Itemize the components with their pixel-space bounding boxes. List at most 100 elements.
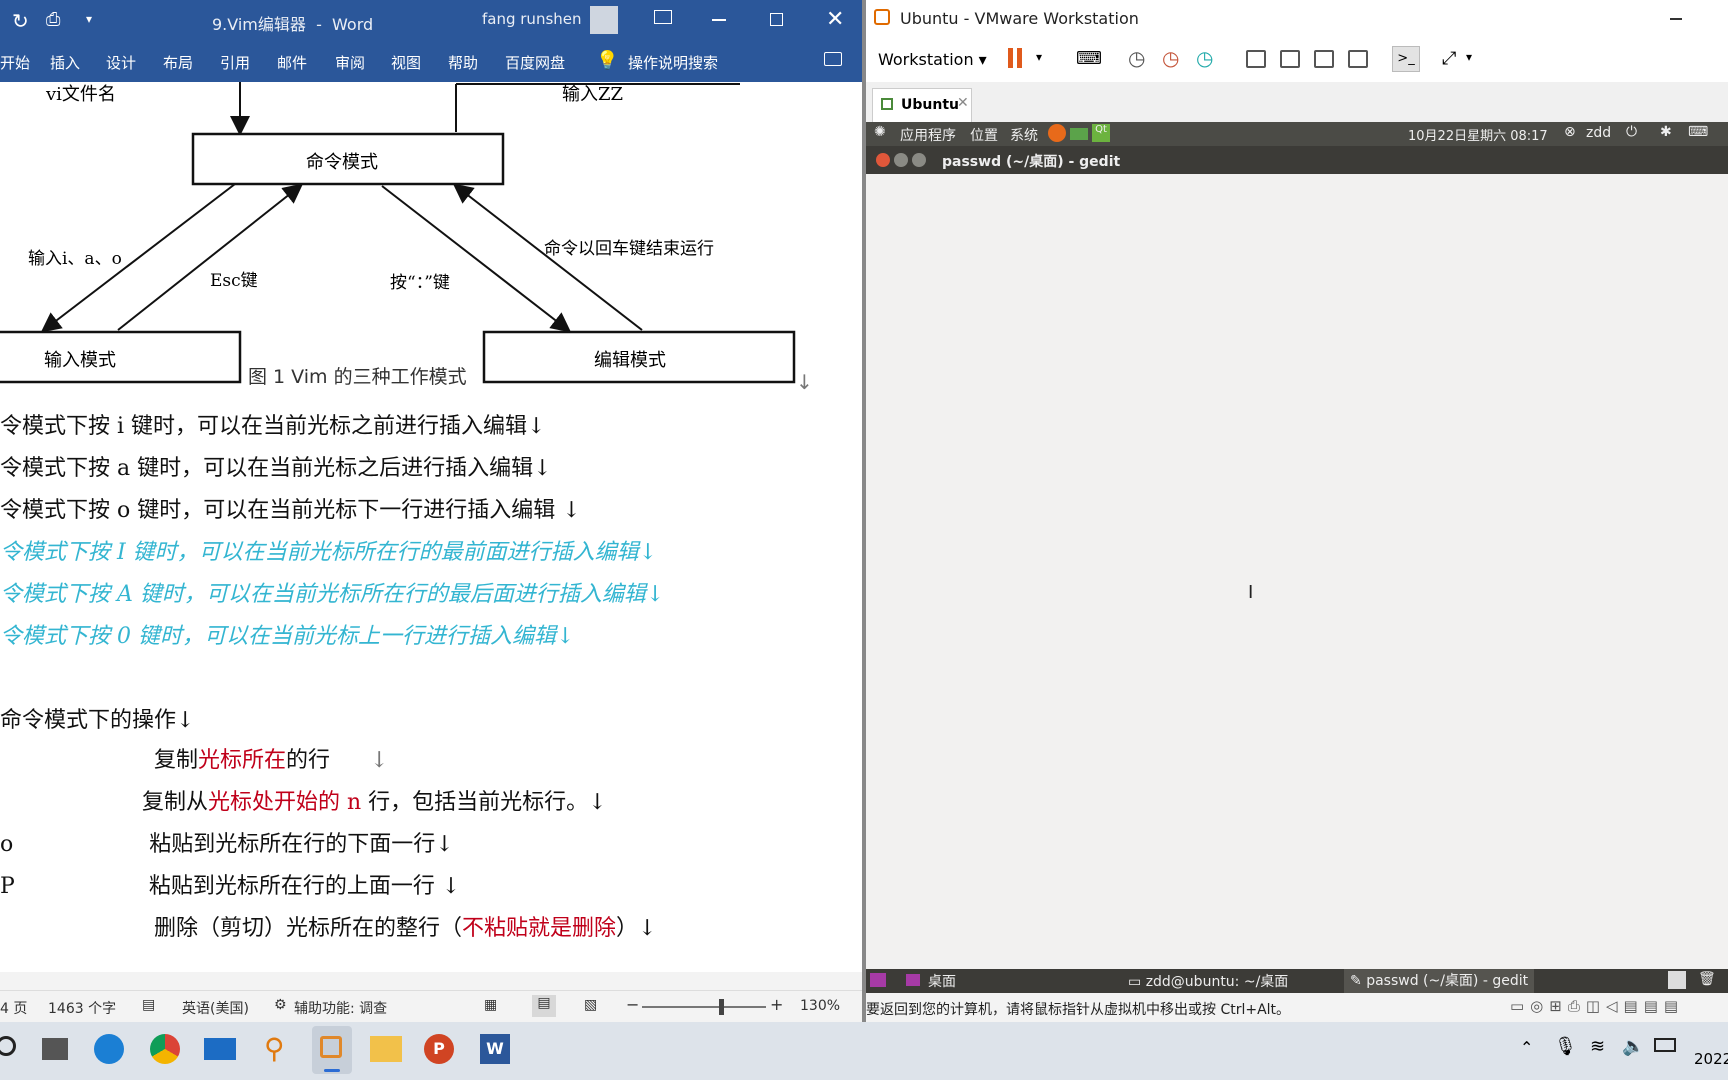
vmware-minimize-icon[interactable] <box>1670 18 1682 20</box>
ribbon-display-icon[interactable] <box>654 10 672 24</box>
page-count[interactable]: 4 页 <box>0 998 27 1018</box>
horizontal-scroll-area[interactable] <box>0 972 862 990</box>
tab-layout[interactable]: 布局 <box>163 52 193 73</box>
document-canvas[interactable]: vi文件名 输入ZZ 命令模式 输入模式 编辑模式 输入i、a、o Esc键 按… <box>0 82 862 972</box>
accessibility-icon[interactable]: ⚙ <box>274 997 287 1013</box>
battery-icon[interactable] <box>1654 1038 1676 1052</box>
print-layout-icon[interactable]: ▤ <box>532 995 556 1017</box>
snapshot-icon[interactable]: ◷ <box>1128 46 1145 70</box>
edge-icon[interactable] <box>94 1034 124 1064</box>
send-ctrl-alt-del-icon[interactable]: ⌨ <box>1076 48 1102 69</box>
mail-app-icon[interactable] <box>204 1038 236 1060</box>
tab-ubuntu[interactable]: Ubuntu ✕ <box>872 88 972 122</box>
file-explorer-icon[interactable] <box>370 1036 402 1062</box>
menu-places[interactable]: 位置 <box>970 125 998 145</box>
panel-user[interactable]: zdd <box>1586 125 1611 141</box>
qt-icon[interactable]: Qt <box>1092 124 1110 142</box>
full-screen-icon[interactable] <box>1314 50 1334 72</box>
proofing-icon[interactable]: ▤ <box>142 997 155 1013</box>
stretch-dropdown-icon[interactable]: ▾ <box>1466 50 1472 64</box>
document-title: 9.Vim编辑器 <box>212 15 306 34</box>
revert-snapshot-icon[interactable]: ◷ <box>1162 46 1179 70</box>
customize-toolbar-icon[interactable]: ▾ <box>86 12 92 26</box>
word-taskbar-icon[interactable]: W <box>480 1034 510 1064</box>
clock-year[interactable]: 2022 <box>1694 1050 1728 1068</box>
unity-icon[interactable] <box>1348 50 1368 72</box>
search-tool-icon[interactable]: ⚲ <box>264 1032 285 1065</box>
taskitem-terminal[interactable]: ▭ zdd@ubuntu: ~/桌面 <box>1128 971 1288 991</box>
gedit-close-button[interactable] <box>876 153 890 167</box>
panel-datetime[interactable]: 10月22日星期六 08:17 <box>1408 125 1548 144</box>
tell-me-search[interactable]: 操作说明搜索 <box>628 52 718 73</box>
tab-baidu-netdisk[interactable]: 百度网盘 <box>505 52 565 73</box>
read-mode-icon[interactable]: ▦ <box>484 997 497 1013</box>
tab-mailings[interactable]: 邮件 <box>277 52 307 73</box>
menu-applications[interactable]: 应用程序 <box>900 125 956 145</box>
keyboard-icon[interactable]: ⌨ <box>1688 124 1708 140</box>
ubuntu-logo-icon[interactable]: ✺ <box>874 124 886 140</box>
close-icon[interactable]: ✕ <box>826 7 844 32</box>
workstation-menu[interactable]: Workstation ▾ <box>878 50 987 69</box>
tab-references[interactable]: 引用 <box>220 52 250 73</box>
line-a-key: 令模式下按 a 键时，可以在当前光标之后进行插入编辑↓ <box>0 456 552 481</box>
search-icon[interactable] <box>0 1036 16 1056</box>
word-count[interactable]: 1463 个字 <box>48 998 116 1018</box>
console-view-icon[interactable]: >_ <box>1392 46 1420 72</box>
autosave-icon[interactable]: ↻ <box>12 9 29 33</box>
trash-icon[interactable]: 🗑 <box>1698 971 1716 987</box>
show-desktop-icon[interactable] <box>870 973 886 987</box>
avatar[interactable] <box>590 6 618 34</box>
tab-design[interactable]: 设计 <box>106 52 136 73</box>
language[interactable]: 英语(美国) <box>182 998 249 1018</box>
zoom-in-button[interactable]: + <box>770 995 783 1014</box>
mail-icon[interactable] <box>1070 128 1088 140</box>
show-library-icon[interactable] <box>1246 50 1266 72</box>
web-layout-icon[interactable]: ▧ <box>584 997 597 1013</box>
device-icons[interactable]: ▭◎⊞⎙◫◁▤▤▤ <box>1510 997 1684 1015</box>
zoom-slider-thumb[interactable] <box>718 999 724 1015</box>
taskitem-desktop[interactable]: 桌面 <box>906 971 956 991</box>
firefox-icon[interactable] <box>1048 124 1066 142</box>
print-preview-icon[interactable]: ⎙ <box>46 9 60 30</box>
vmware-taskbar-icon[interactable] <box>312 1026 352 1074</box>
accessibility-status[interactable]: 辅助功能: 调查 <box>294 998 387 1018</box>
zoom-level[interactable]: 130% <box>800 998 840 1014</box>
user-status-icon[interactable]: ⊗ <box>1564 124 1576 140</box>
comments-icon[interactable] <box>824 52 842 66</box>
power-icon[interactable]: ⏻ <box>1626 124 1637 140</box>
task-view-icon[interactable] <box>42 1038 68 1060</box>
volume-icon[interactable]: 🔈 <box>1622 1036 1644 1057</box>
maximize-icon[interactable] <box>770 13 783 26</box>
gedit-minimize-button[interactable] <box>894 153 908 167</box>
tab-help[interactable]: 帮助 <box>448 52 478 73</box>
bluetooth-icon[interactable]: ✱ <box>1660 124 1672 140</box>
powerpoint-icon[interactable]: P <box>424 1034 454 1064</box>
tab-view[interactable]: 视图 <box>391 52 421 73</box>
edit-icon: ✎ <box>1350 973 1362 989</box>
zoom-slider[interactable] <box>642 999 766 1015</box>
tray-overflow-icon[interactable]: ⌃ <box>1520 1038 1533 1057</box>
tab-ubuntu-label: Ubuntu <box>901 97 959 113</box>
taskitem-gedit[interactable]: ✎ passwd (~/桌面) - gedit <box>1344 969 1535 993</box>
stretch-guest-icon[interactable]: ⤢ <box>1442 48 1456 69</box>
lightbulb-icon[interactable]: 💡 <box>596 50 618 71</box>
line-delete-line: 删除（剪切）光标所在的整行（不粘贴就是删除）↓ <box>154 916 657 941</box>
tab-close-icon[interactable]: ✕ <box>957 95 969 111</box>
gedit-maximize-button[interactable] <box>912 153 926 167</box>
menu-system[interactable]: 系统 <box>1010 125 1038 145</box>
guest-display[interactable]: I <box>866 174 1728 969</box>
tab-home[interactable]: 开始 <box>0 52 30 73</box>
wifi-icon[interactable]: ≋ <box>1590 1036 1605 1057</box>
tab-insert[interactable]: 插入 <box>50 52 80 73</box>
zoom-out-button[interactable]: − <box>626 995 639 1014</box>
minimize-icon[interactable] <box>712 19 726 21</box>
power-dropdown-icon[interactable]: ▾ <box>1036 50 1042 64</box>
microphone-icon[interactable]: 🎙 <box>1554 1036 1577 1057</box>
workspace-switcher-icon[interactable] <box>1668 971 1686 989</box>
thumbnail-bar-icon[interactable] <box>1280 50 1300 72</box>
line-paste-below: o 粘贴到光标所在行的下面一行↓ <box>0 832 454 857</box>
suspend-pause-icon[interactable] <box>1008 48 1022 72</box>
snapshot-manager-icon[interactable]: ◷ <box>1196 46 1213 70</box>
tab-review[interactable]: 审阅 <box>335 52 365 73</box>
chrome-icon[interactable] <box>150 1034 180 1064</box>
